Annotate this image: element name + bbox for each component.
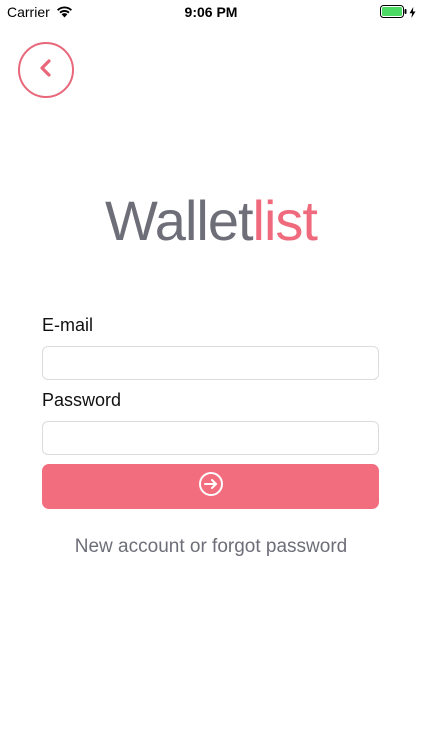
logo-list-text: list xyxy=(252,189,318,252)
email-label: E-mail xyxy=(42,315,94,335)
new-account-forgot-password-link[interactable]: New account or forgot password xyxy=(0,536,422,558)
login-button[interactable] xyxy=(42,464,379,509)
status-bar: Carrier 9:06 PM xyxy=(0,0,422,24)
sign-in-icon xyxy=(198,471,224,502)
email-field[interactable] xyxy=(42,346,379,380)
back-button[interactable] xyxy=(18,42,74,98)
password-label: Password xyxy=(42,390,122,410)
app-logo: Walletlist xyxy=(0,188,422,254)
logo-wallet-text: Wallet xyxy=(105,189,254,252)
bolt-icon xyxy=(409,5,416,23)
chevron-left-icon xyxy=(38,58,54,82)
battery-group xyxy=(380,5,416,23)
battery-icon xyxy=(380,5,407,23)
password-field[interactable] xyxy=(42,421,379,455)
status-time: 9:06 PM xyxy=(184,4,238,20)
